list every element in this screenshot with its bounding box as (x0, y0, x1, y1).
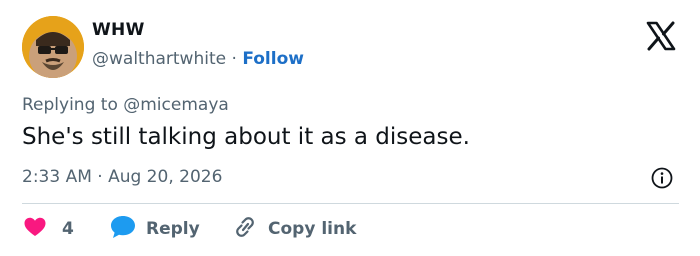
speech-bubble-icon (110, 215, 136, 244)
link-icon (232, 215, 258, 244)
like-action[interactable]: 4 (24, 217, 74, 241)
follow-button[interactable]: Follow (242, 49, 304, 69)
divider (22, 203, 679, 204)
author-name[interactable]: WHW (92, 20, 145, 40)
author-handle[interactable]: @walthartwhite (92, 49, 226, 69)
info-icon[interactable] (651, 167, 673, 189)
handle-row: @walthartwhite · Follow (92, 49, 304, 69)
reply-label: Reply (146, 219, 200, 239)
reply-context-prefix: Replying to (22, 95, 118, 115)
reply-mention[interactable]: @micemaya (123, 95, 229, 115)
avatar[interactable] (22, 16, 84, 78)
copy-link-action[interactable]: Copy link (232, 215, 357, 244)
reply-action[interactable]: Reply (110, 215, 200, 244)
like-count: 4 (62, 219, 74, 239)
reply-context: Replying to @micemaya (22, 95, 229, 115)
copy-link-label: Copy link (268, 219, 357, 239)
tweet-timestamp[interactable]: 2:33 AM · Aug 20, 2026 (22, 167, 222, 187)
handle-separator: · (231, 49, 237, 69)
heart-icon (24, 217, 46, 242)
tweet-text: She's still talking about it as a diseas… (22, 124, 470, 150)
x-logo-icon[interactable] (645, 20, 677, 52)
